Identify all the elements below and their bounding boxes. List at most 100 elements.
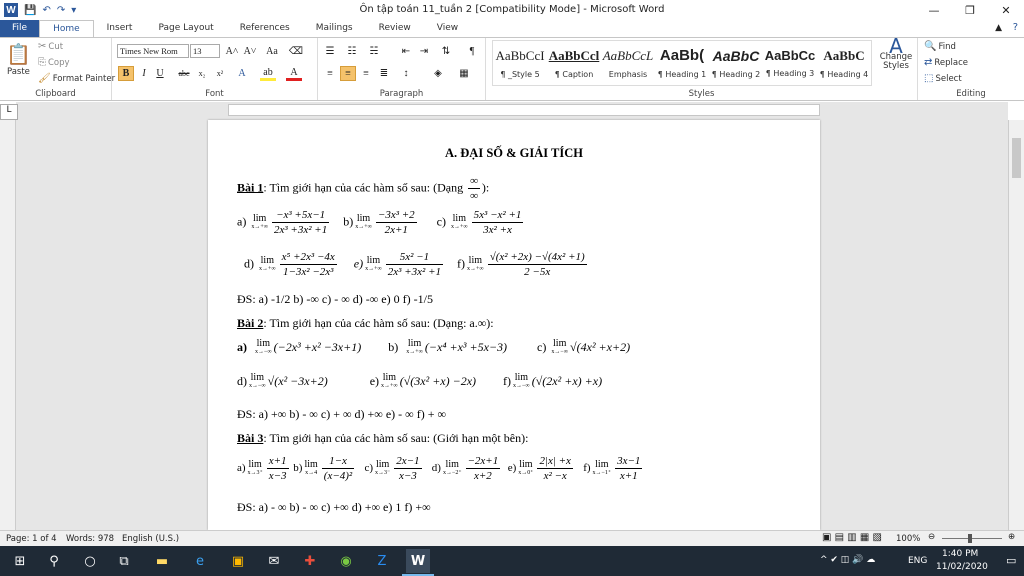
zoom-in-icon[interactable]: ⊕ [1008, 532, 1015, 542]
align-center-icon[interactable]: ≡ [340, 66, 356, 81]
text-effects-icon[interactable]: A [234, 66, 250, 81]
sort-icon[interactable]: ⇅ [438, 44, 454, 59]
bai3-row: a) lim x→3⁺ x+1 x−3 b) lim x→4 1−x (x−4)² c) lim x… [237, 455, 643, 482]
highlight-icon[interactable]: ab [260, 66, 276, 81]
replace-button[interactable]: ⇄ Replace [924, 57, 968, 68]
paste-button[interactable]: 📋 Paste [6, 42, 31, 77]
italic-button[interactable]: I [136, 66, 152, 81]
windows-start-icon[interactable]: ⊞ [8, 549, 32, 573]
align-right-icon[interactable]: ≡ [358, 66, 374, 81]
style-heading-3[interactable]: AaBbCc ¶ Heading 3 [763, 41, 817, 85]
tab-mailings[interactable]: Mailings [303, 20, 366, 37]
zalo-icon[interactable]: Z [370, 549, 394, 573]
style-heading-4[interactable]: AaBbC ¶ Heading 4 [817, 41, 871, 85]
zoom-level[interactable]: 100% [896, 534, 920, 544]
task-view-icon[interactable]: ⧉ [112, 549, 136, 573]
numbering-icon[interactable]: ☷ [344, 44, 360, 59]
show-marks-icon[interactable]: ¶ [464, 44, 480, 59]
search-icon[interactable]: ⚲ [42, 549, 66, 573]
font-name-select[interactable]: Times New Rom [117, 44, 189, 58]
zoom-slider-thumb[interactable] [968, 534, 972, 543]
align-left-icon[interactable]: ≡ [322, 66, 338, 81]
tab-insert[interactable]: Insert [94, 20, 146, 37]
word-count[interactable]: Words: 978 [66, 534, 114, 544]
bold-button[interactable]: B [118, 66, 134, 81]
vertical-ruler[interactable] [0, 120, 16, 530]
document-page[interactable]: A. ĐẠI SỐ & GIẢI TÍCH Bài 1: Tìm giới hạ… [208, 120, 820, 530]
tab-home[interactable]: Home [39, 20, 94, 37]
shrink-font-icon[interactable]: A˅ [242, 44, 258, 59]
tab-selector[interactable]: L [0, 104, 18, 120]
input-language[interactable]: ENG [908, 556, 927, 566]
clock-date[interactable]: 11/02/2020 [936, 562, 988, 572]
cut-button[interactable]: ✂ Cut [38, 41, 63, 52]
view-mode-icons[interactable]: ▣ ▤ ▥ ▦ ▧ [822, 532, 882, 543]
style-caption[interactable]: AaBbCcl ¶ Caption [547, 41, 601, 85]
grow-font-icon[interactable]: A˄ [224, 44, 240, 59]
minimize-ribbon-icon[interactable]: ▲ [995, 23, 1002, 33]
tab-file[interactable]: File [0, 20, 40, 37]
clipboard-label: Clipboard [35, 89, 76, 99]
font-size-select[interactable]: 13 [190, 44, 220, 58]
select-button[interactable]: ⬚ Select [924, 73, 962, 84]
bai2-line: Bài 2: Tìm giới hạn của các hàm số sau: … [237, 316, 494, 330]
subscript-button[interactable]: x₂ [194, 66, 210, 81]
horizontal-ruler[interactable] [228, 104, 820, 116]
restore-icon[interactable]: ❐ [952, 0, 988, 20]
clear-format-icon[interactable]: ⌫ [288, 44, 304, 59]
cortana-icon[interactable]: ○ [78, 549, 102, 573]
scroll-thumb[interactable] [1012, 138, 1021, 178]
bai1-answers: ĐS: a) -1/2 b) -∞ c) - ∞ d) -∞ e) 0 f) -… [237, 292, 433, 306]
font-label: Font [205, 89, 224, 99]
bullets-icon[interactable]: ☰ [322, 44, 338, 59]
copy-button[interactable]: ⎘ Copy [38, 57, 70, 68]
strikethrough-button[interactable]: abc [176, 66, 192, 81]
customize-qat-icon[interactable]: ▾ [71, 5, 76, 16]
tab-view[interactable]: View [424, 20, 471, 37]
style-heading-1[interactable]: AaBb(¶ Heading 1 [655, 41, 709, 85]
clock-time[interactable]: 1:40 PM [942, 549, 978, 559]
page-count[interactable]: Page: 1 of 4 [6, 534, 57, 544]
edge-icon[interactable]: e [188, 549, 212, 573]
word-taskbar-icon[interactable]: W [406, 549, 430, 573]
close-icon[interactable]: ✕ [988, 0, 1024, 20]
notifications-icon[interactable]: ▭ [1006, 554, 1016, 567]
change-case-icon[interactable]: Aa [264, 44, 280, 59]
decrease-indent-icon[interactable]: ⇤ [398, 44, 414, 59]
redo-icon[interactable]: ↷ [57, 5, 65, 16]
find-button[interactable]: 🔍 Find [924, 41, 956, 52]
undo-icon[interactable]: ↶ [42, 5, 50, 16]
tray-icons[interactable]: ^ ✔ ◫ 🔊 ☁ [820, 555, 875, 565]
style-style5[interactable]: AaBbCcI ¶ _Style 5 [493, 41, 547, 85]
file-explorer-icon[interactable]: ▬ [150, 549, 174, 573]
format-painter-button[interactable]: 🖌 Format Painter [38, 73, 115, 84]
zoom-slider[interactable] [942, 538, 1002, 539]
minimize-icon[interactable]: — [916, 0, 952, 20]
vertical-scrollbar[interactable] [1008, 120, 1024, 530]
store-icon[interactable]: ▣ [226, 549, 250, 573]
change-styles-button[interactable]: A Change Styles [878, 36, 914, 71]
app-icon[interactable]: ✚ [298, 549, 322, 573]
tab-review[interactable]: Review [366, 20, 424, 37]
underline-button[interactable]: U [152, 66, 168, 81]
multilevel-list-icon[interactable]: ☵ [366, 44, 382, 59]
style-heading-2[interactable]: AaBbC ¶ Heading 2 [709, 41, 763, 85]
tab-references[interactable]: References [227, 20, 303, 37]
increase-indent-icon[interactable]: ⇥ [416, 44, 432, 59]
window-title: Ôn tập toán 11_tuần 2 [Compatibility Mod… [359, 4, 665, 15]
font-color-icon[interactable]: A [286, 66, 302, 81]
chrome-icon[interactable]: ◉ [334, 549, 358, 573]
help-icon[interactable]: ? [1013, 22, 1018, 33]
superscript-button[interactable]: x² [212, 66, 228, 81]
shading-icon[interactable]: ◈ [430, 66, 446, 81]
mail-icon[interactable]: ✉ [262, 549, 286, 573]
style-emphasis[interactable]: AaBbCcL Emphasis [601, 41, 655, 85]
zoom-out-icon[interactable]: ⊖ [928, 532, 935, 542]
borders-icon[interactable]: ▦ [456, 66, 472, 81]
language[interactable]: English (U.S.) [122, 534, 179, 544]
bai1-row1: a) lim x→+∞ −x³ +5x−1 2x³ +3x² +1 b) lim x→+∞… [237, 209, 524, 236]
save-icon[interactable]: 💾 [24, 5, 36, 16]
line-spacing-icon[interactable]: ↕ [398, 66, 414, 81]
tab-page-layout[interactable]: Page Layout [145, 20, 226, 37]
justify-icon[interactable]: ≣ [376, 66, 392, 81]
